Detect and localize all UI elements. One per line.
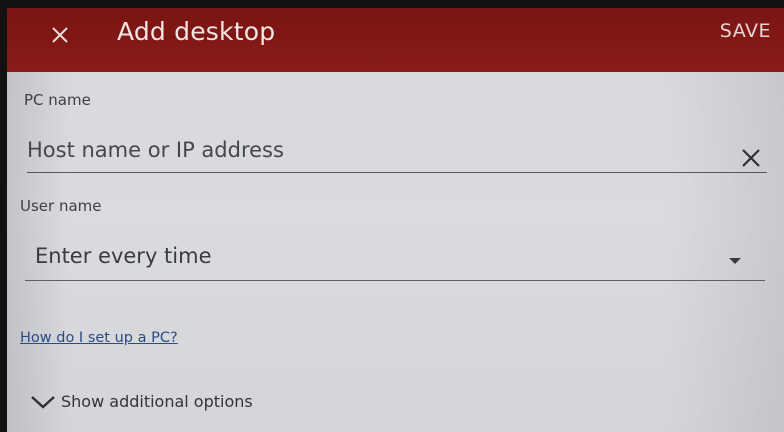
user-name-underline: [25, 280, 765, 281]
dropdown-arrow-icon: [729, 258, 741, 264]
app-bar: Add desktop SAVE: [7, 8, 784, 72]
pc-name-input[interactable]: [27, 134, 727, 166]
setup-help-link[interactable]: How do I set up a PC?: [20, 330, 178, 346]
close-button[interactable]: [45, 20, 75, 50]
show-additional-options-label: Show additional options: [61, 392, 253, 411]
save-button[interactable]: SAVE: [720, 20, 771, 42]
user-name-selected-value: Enter every time: [35, 244, 212, 268]
user-name-label: User name: [20, 197, 102, 215]
screen-frame: Add desktop SAVE PC name User name Enter…: [0, 0, 784, 432]
clear-icon: [742, 149, 760, 167]
pc-name-label: PC name: [24, 91, 91, 109]
pc-name-underline: [27, 172, 767, 173]
chevron-down-icon: [31, 396, 55, 409]
add-desktop-form: PC name User name Enter every time How d…: [7, 72, 784, 432]
user-name-dropdown[interactable]: Enter every time: [25, 238, 765, 276]
clear-button[interactable]: [740, 147, 762, 169]
page-title: Add desktop: [117, 17, 276, 46]
close-icon: [52, 27, 68, 43]
